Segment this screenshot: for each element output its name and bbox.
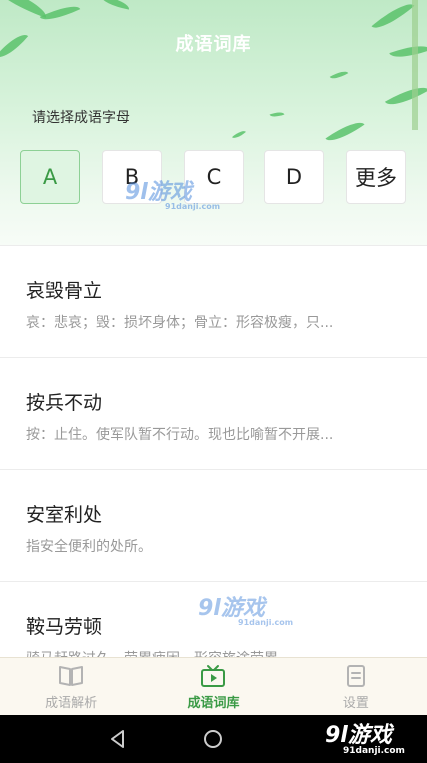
letter-button-label: A [42, 165, 58, 189]
watermark-logo: 9l游戏 91danji.com [125, 174, 220, 211]
idiom-title: 安室利处 [26, 504, 103, 526]
watermark-text: 游戏 [347, 723, 392, 748]
letter-button-d[interactable]: D [264, 150, 324, 204]
letter-button-label: 更多 [355, 166, 397, 190]
bamboo-leaf-decoration [232, 128, 246, 141]
home-icon[interactable] [203, 729, 223, 749]
idiom-description: 骑马赶路过久，劳累疲困。形容旅途劳累。 [26, 648, 398, 657]
bamboo-leaf-decoration [329, 67, 349, 83]
idiom-description: 哀：悲哀；毁：损坏身体；骨立：形容极瘦，只... [26, 315, 334, 331]
idiom-title: 哀毁骨立 [26, 280, 103, 302]
more-letters-button[interactable]: 更多 [346, 150, 406, 204]
idiom-title: 按兵不动 [26, 392, 103, 414]
system-navigation-bar: 9l游戏 91danji.com [0, 715, 427, 763]
bamboo-stalk-decoration [412, 0, 418, 130]
bamboo-leaf-decoration [384, 79, 427, 113]
bamboo-leaf-decoration [325, 115, 365, 148]
back-icon[interactable] [108, 729, 128, 749]
bamboo-leaf-decoration [39, 0, 81, 26]
idiom-title: 鞍马劳顿 [26, 616, 103, 638]
watermark-text: 9l [125, 180, 148, 205]
idiom-description: 按：止住。使军队暂不行动。现也比喻暂不开展... [26, 427, 334, 443]
document-icon [346, 665, 365, 687]
book-icon [59, 666, 84, 686]
tab-idiom-library[interactable]: 成语词库 [142, 658, 284, 716]
watermark-domain: 91danji.com [238, 618, 294, 627]
list-item[interactable]: 按兵不动 按：止住。使军队暂不行动。现也比喻暂不开展... [0, 358, 427, 470]
tv-icon [201, 665, 226, 687]
tab-label: 成语解析 [45, 696, 98, 711]
page-title: 成语词库 [175, 34, 252, 55]
tab-idiom-analysis[interactable]: 成语解析 [0, 658, 142, 716]
letter-button-label: D [285, 165, 303, 189]
bamboo-leaf-decoration [99, 0, 131, 10]
watermark-domain: 91danji.com [343, 746, 405, 756]
watermark-text: 9l [198, 596, 221, 621]
watermark-text: 9l [325, 723, 348, 748]
list-item[interactable]: 安室利处 指安全便利的处所。 [0, 470, 427, 582]
bottom-tab-bar: 成语解析 成语词库 设置 [0, 657, 427, 716]
letter-button-a[interactable]: A [20, 150, 80, 204]
letter-prompt: 请选择成语字母 [32, 110, 130, 126]
idiom-description: 指安全便利的处所。 [26, 539, 152, 555]
tab-label: 成语词库 [187, 696, 240, 711]
watermark-logo: 9l游戏 91danji.com [325, 717, 405, 756]
watermark-domain: 91danji.com [165, 202, 221, 211]
bamboo-leaf-decoration [269, 109, 285, 120]
list-item[interactable]: 哀毁骨立 哀：悲哀；毁：损坏身体；骨立：形容极瘦，只... [0, 246, 427, 358]
tab-settings[interactable]: 设置 [285, 658, 427, 716]
watermark-logo: 9l游戏 91danji.com [198, 590, 293, 627]
tab-label: 设置 [342, 696, 369, 711]
